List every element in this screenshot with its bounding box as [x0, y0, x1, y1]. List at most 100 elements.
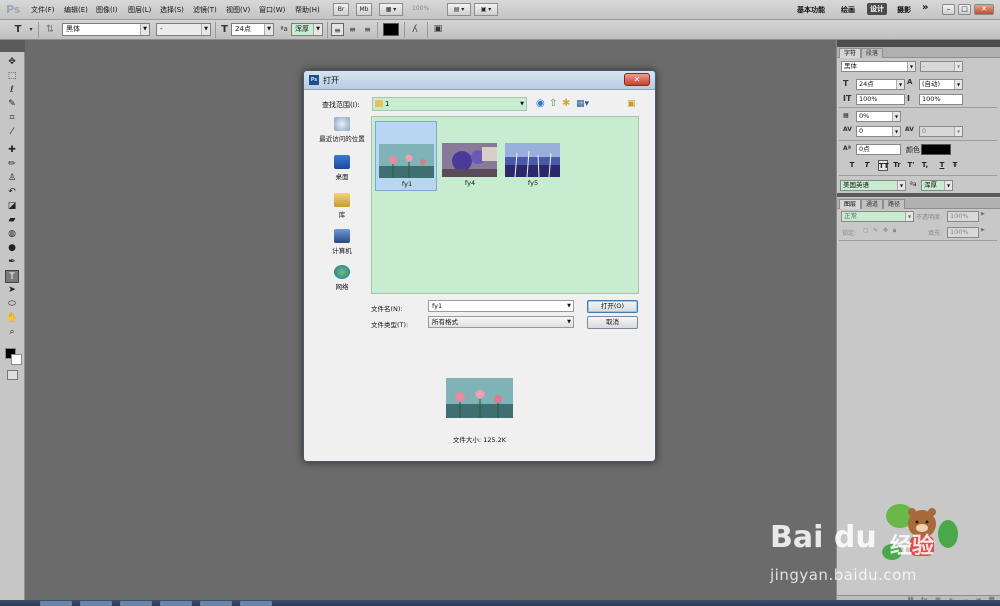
- cancel-button[interactable]: 取消: [587, 316, 638, 329]
- language-select[interactable]: 美国英语 ▼: [840, 180, 906, 191]
- font-size-select[interactable]: 24点 ▼: [231, 23, 274, 36]
- faux-italic-button[interactable]: T: [862, 160, 872, 171]
- blur-tool-icon[interactable]: ◍: [5, 228, 19, 241]
- filetype-select[interactable]: 所有格式 ▼: [428, 316, 574, 328]
- superscript-button[interactable]: T': [906, 160, 916, 171]
- menu-edit[interactable]: 编辑(E): [64, 5, 88, 15]
- taskbar-item[interactable]: [40, 601, 72, 606]
- gradient-tool-icon[interactable]: ▰: [5, 214, 19, 227]
- char-font-family-select[interactable]: 黑体 ▼: [841, 61, 916, 72]
- dodge-tool-icon[interactable]: ●: [5, 242, 19, 255]
- workspace-design[interactable]: 设计: [867, 3, 887, 15]
- menu-file[interactable]: 文件(F): [31, 5, 55, 15]
- fill-field[interactable]: 100%: [947, 227, 979, 238]
- clone-stamp-tool-icon[interactable]: ♙: [5, 172, 19, 185]
- dialog-titlebar[interactable]: Ps 打开 ✕: [304, 71, 655, 90]
- new-folder-icon[interactable]: ✱: [562, 98, 570, 110]
- baseline-shift-field[interactable]: 0点: [856, 144, 901, 155]
- place-recent[interactable]: 最近访问的位置: [314, 117, 370, 143]
- vertical-scale-field[interactable]: 100%: [856, 94, 905, 105]
- background-color-swatch[interactable]: [11, 354, 22, 365]
- pen-tool-icon[interactable]: ✒: [5, 256, 19, 269]
- taskbar-item[interactable]: [120, 601, 152, 606]
- lock-position-icon[interactable]: ✥: [883, 227, 888, 234]
- taskbar-item[interactable]: [200, 601, 232, 606]
- char-antialias-select[interactable]: 浑厚 ▼: [921, 180, 953, 191]
- taskbar-item[interactable]: [160, 601, 192, 606]
- lookin-select[interactable]: 1 ▼: [372, 97, 527, 111]
- menu-layer[interactable]: 图层(L): [128, 5, 151, 15]
- path-selection-tool-icon[interactable]: ➤: [5, 284, 19, 297]
- quick-select-tool-icon[interactable]: ✎: [5, 98, 19, 111]
- tab-paths[interactable]: 路径: [883, 199, 906, 209]
- menu-view[interactable]: 视图(V): [226, 5, 250, 15]
- type-tool-icon[interactable]: T: [5, 270, 19, 283]
- tab-channels[interactable]: 通道: [861, 199, 884, 209]
- bridge-button[interactable]: Br: [333, 3, 349, 16]
- tab-paragraph[interactable]: 段落: [861, 48, 884, 58]
- align-left-icon[interactable]: ≡: [331, 23, 344, 36]
- healing-brush-tool-icon[interactable]: ✚: [5, 144, 19, 157]
- small-caps-button[interactable]: Tr: [892, 160, 902, 171]
- file-item[interactable]: fy5: [502, 121, 564, 191]
- screen-mode-button[interactable]: ▣ ▾: [474, 3, 498, 16]
- menu-image[interactable]: 图像(I): [96, 5, 118, 15]
- restore-button[interactable]: □: [958, 4, 971, 15]
- place-network[interactable]: 网络: [314, 265, 370, 291]
- antialias-select[interactable]: 浑厚 ▼: [291, 23, 323, 36]
- char-font-size-select[interactable]: 24点 ▼: [856, 79, 905, 90]
- open-button[interactable]: 打开(O): [587, 300, 638, 313]
- font-family-select[interactable]: 黑体 ▼: [62, 23, 150, 36]
- workspace-essentials[interactable]: 基本功能: [797, 5, 825, 15]
- move-tool-icon[interactable]: ✥: [5, 56, 19, 69]
- menu-window[interactable]: 窗口(W): [259, 5, 285, 15]
- eraser-tool-icon[interactable]: ◪: [5, 200, 19, 213]
- opacity-arrow-icon[interactable]: ▶: [981, 211, 985, 217]
- zoom-level[interactable]: 100%: [412, 5, 429, 12]
- quick-mask-icon[interactable]: [7, 370, 18, 380]
- toolbox-grip[interactable]: [0, 40, 25, 52]
- view-extras-button[interactable]: ▦ ▾: [379, 3, 403, 16]
- subscript-button[interactable]: T,: [920, 160, 930, 171]
- filename-input[interactable]: fy1 ▼: [428, 300, 574, 312]
- opacity-field[interactable]: 100%: [947, 211, 979, 222]
- fill-arrow-icon[interactable]: ▶: [981, 227, 985, 233]
- lock-all-icon[interactable]: 🔒︎: [893, 227, 896, 235]
- horizontal-scale-field[interactable]: 100%: [919, 94, 963, 105]
- up-folder-icon[interactable]: ⇧: [549, 98, 557, 110]
- tab-character[interactable]: 字符: [839, 48, 862, 58]
- taskbar-item[interactable]: [240, 601, 272, 606]
- taskbar-item[interactable]: [80, 601, 112, 606]
- eyedropper-tool-icon[interactable]: ⁄: [5, 126, 19, 139]
- arrange-documents-button[interactable]: ▤ ▾: [447, 3, 471, 16]
- orientation-toggle-icon[interactable]: ⇅: [43, 23, 57, 36]
- menu-select[interactable]: 选择(S): [160, 5, 184, 15]
- menu-filter[interactable]: 滤镜(T): [193, 5, 217, 15]
- text-color-swatch[interactable]: [383, 23, 399, 36]
- brush-tool-icon[interactable]: ✏: [5, 158, 19, 171]
- strikethrough-button[interactable]: Ŧ: [950, 160, 960, 171]
- char-font-style-select[interactable]: - ▼: [920, 61, 963, 72]
- shape-tool-icon[interactable]: ⬭: [5, 298, 19, 311]
- view-menu-icon[interactable]: ▦▾: [576, 98, 589, 110]
- more-workspaces-icon[interactable]: »: [922, 2, 928, 13]
- marquee-tool-icon[interactable]: ⬚: [5, 70, 19, 83]
- hand-tool-icon[interactable]: ✋: [5, 312, 19, 325]
- panel-grip[interactable]: [837, 40, 1000, 47]
- dialog-close-button[interactable]: ✕: [624, 73, 650, 86]
- back-icon[interactable]: ◉: [536, 98, 545, 110]
- align-center-icon[interactable]: ≡: [346, 23, 359, 36]
- place-computer[interactable]: 计算机: [314, 229, 370, 255]
- tracking-select[interactable]: 0 ▼: [919, 126, 963, 137]
- faux-bold-button[interactable]: T: [847, 160, 857, 171]
- kerning-select[interactable]: 0 ▼: [856, 126, 901, 137]
- crop-tool-icon[interactable]: ⌗: [5, 112, 19, 125]
- tool-preset-arrow-icon[interactable]: ▾: [27, 23, 35, 36]
- minimize-button[interactable]: –: [942, 4, 955, 15]
- place-library[interactable]: 库: [314, 193, 370, 219]
- warp-text-icon[interactable]: ʎ: [408, 23, 422, 36]
- char-color-swatch[interactable]: [921, 144, 951, 155]
- close-button[interactable]: ✕: [974, 4, 994, 15]
- menu-help[interactable]: 帮助(H): [295, 5, 320, 15]
- lasso-tool-icon[interactable]: ℓ: [5, 84, 19, 97]
